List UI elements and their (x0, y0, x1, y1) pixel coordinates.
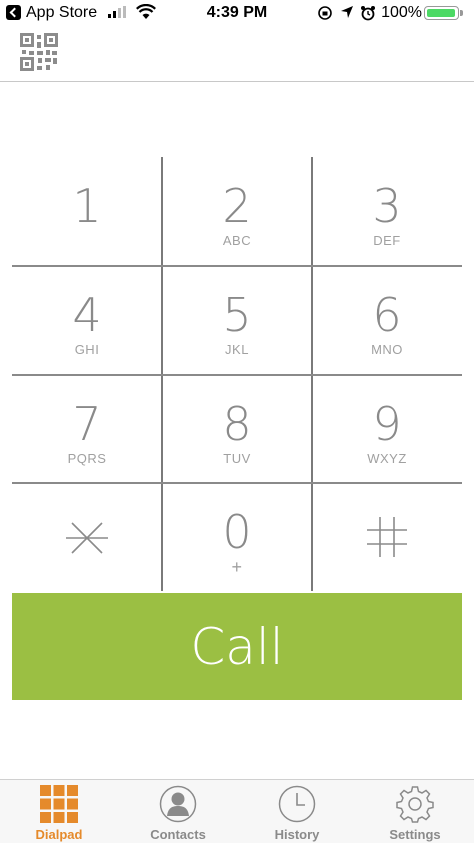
tab-history[interactable]: History (238, 780, 356, 843)
header-divider (0, 81, 474, 82)
key-7[interactable]: 7 PQRS (12, 375, 162, 484)
key-4[interactable]: 4 GHI (12, 266, 162, 375)
key-digit: 3 (372, 179, 402, 233)
key-digit: 6 (372, 288, 402, 342)
key-digit: 1 (72, 179, 102, 233)
battery-icon (424, 6, 459, 20)
hash-icon (367, 517, 407, 557)
key-letters: WXYZ (367, 451, 407, 466)
qr-code-icon[interactable] (20, 33, 58, 71)
key-digit: 5 (222, 288, 252, 342)
key-letters: ABC (222, 233, 252, 248)
tab-label: Dialpad (35, 827, 83, 842)
key-6[interactable]: 6 MNO (312, 266, 462, 375)
key-letters: TUV (223, 451, 251, 466)
key-digit: 8 (222, 397, 252, 451)
key-digit: 7 (72, 397, 102, 451)
orientation-lock-icon (318, 6, 332, 20)
key-digit: 9 (372, 397, 402, 451)
key-letters: + (231, 557, 243, 577)
alarm-icon (361, 6, 375, 21)
tab-label: Contacts (150, 827, 206, 842)
key-hash[interactable]: # (312, 483, 462, 592)
key-letters: MNO (371, 342, 403, 357)
tab-dialpad[interactable]: Dialpad (0, 780, 118, 843)
tab-label: History (274, 827, 320, 842)
battery-level (427, 9, 455, 17)
location-icon (341, 6, 353, 18)
gear-icon (396, 786, 434, 823)
key-5[interactable]: 5 JKL (162, 266, 312, 375)
key-8[interactable]: 8 TUV (162, 375, 312, 484)
key-2[interactable]: 2 ABC (162, 157, 312, 266)
keypad-divider-horizontal (12, 482, 462, 484)
key-1[interactable]: 1 (12, 157, 162, 266)
key-digit: 2 (222, 179, 252, 233)
key-9[interactable]: 9 WXYZ (312, 375, 462, 484)
keypad-divider-horizontal (12, 265, 462, 267)
dialpad-grid-icon (40, 785, 78, 823)
tab-contacts[interactable]: Contacts (119, 780, 237, 843)
tab-label: Settings (389, 827, 441, 842)
key-digit: 4 (72, 288, 102, 342)
key-letters: DEF (373, 233, 401, 248)
key-0[interactable]: 0 + (162, 483, 312, 592)
call-button[interactable]: Call (12, 593, 462, 700)
dialpad-keypad: 1 2 ABC 3 DEF 4 GHI 5 JKL 6 MNO 7 PQRS 8… (12, 157, 462, 591)
dialer-screen: App Store 4:39 PM 100% 1 2 ABC 3 DEF 4 G… (0, 0, 474, 843)
battery-percentage: 100% (381, 4, 422, 21)
key-star[interactable]: * (12, 483, 162, 592)
keypad-divider-horizontal (12, 374, 462, 376)
key-letters: GHI (74, 342, 100, 357)
status-bar: App Store 4:39 PM 100% (0, 0, 474, 26)
battery-tip (460, 10, 463, 16)
contact-person-icon (159, 785, 197, 823)
asterisk-icon (66, 522, 108, 554)
key-3[interactable]: 3 DEF (312, 157, 462, 266)
tab-bar: Dialpad Contacts History Settings (0, 779, 474, 843)
key-letters: PQRS (67, 451, 107, 466)
clock-icon (278, 785, 316, 823)
key-letters: JKL (225, 342, 249, 357)
key-digit: 0 (222, 505, 252, 559)
tab-settings[interactable]: Settings (356, 780, 474, 843)
